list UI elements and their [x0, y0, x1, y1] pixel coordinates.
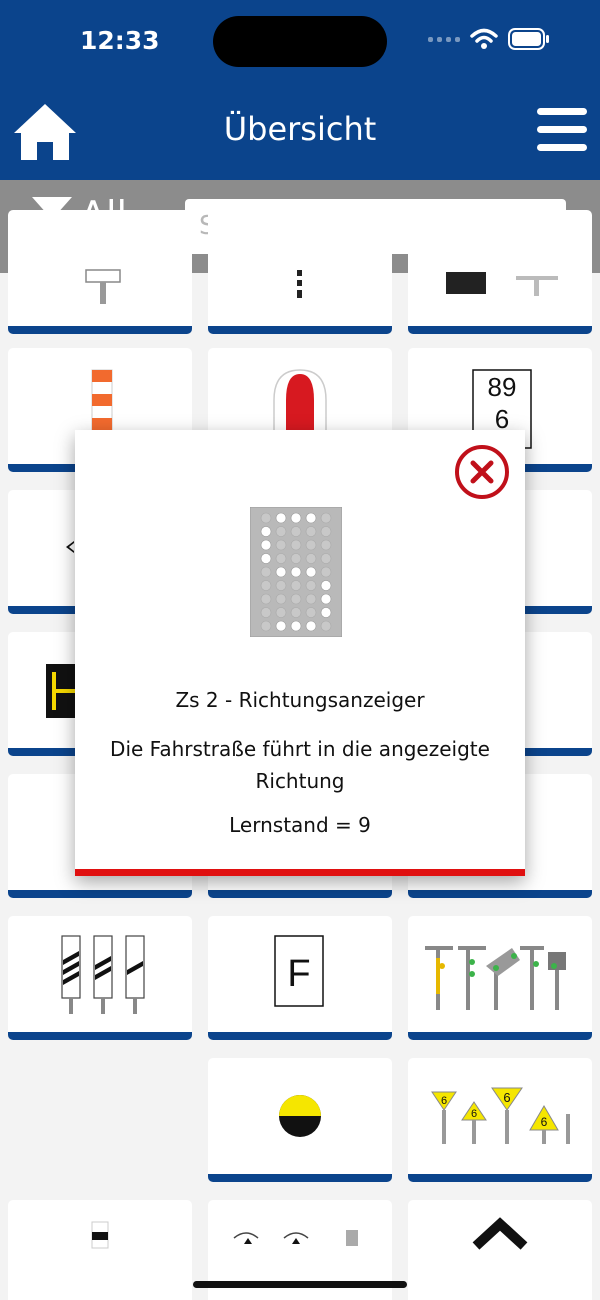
sign-image [91, 1221, 109, 1249]
led-dot-lit [290, 620, 302, 632]
sign-number: 6 [471, 1108, 477, 1120]
led-dot-lit [275, 620, 287, 632]
sign-tile[interactable] [408, 916, 592, 1040]
led-dot-off [290, 553, 302, 564]
modal-title: Zs 2 - Richtungsanzeiger [175, 688, 425, 712]
led-dot-off [275, 539, 287, 551]
menu-line [537, 126, 587, 133]
led-dot-off [305, 526, 317, 537]
page-title: Übersicht [223, 110, 377, 148]
sign-tile[interactable] [208, 1058, 392, 1182]
sign-image: F [274, 935, 324, 1007]
sign-number: 6 [441, 1095, 447, 1107]
led-dot-off [275, 526, 287, 537]
led-dot-off [320, 553, 332, 564]
sign-image: 6 6 6 6 [431, 1087, 570, 1144]
led-dot-lit [320, 593, 332, 605]
sign-tile[interactable]: F [208, 916, 392, 1040]
sign-tile[interactable] [208, 210, 392, 334]
app-screen: 12:33 Übersicht All [0, 0, 600, 1300]
battery-icon [508, 28, 549, 50]
wifi-icon [470, 28, 498, 49]
sign-number: 6 [541, 1115, 548, 1129]
sign-number-top: 89 [488, 372, 517, 402]
home-indicator [193, 1281, 407, 1288]
led-dot-off [320, 526, 332, 537]
led-dot-lit [275, 512, 287, 524]
sign-image [85, 269, 121, 304]
led-dot-off [305, 553, 317, 564]
hamburger-menu-button[interactable] [537, 108, 587, 154]
led-dot-off [260, 512, 272, 524]
led-dot-off [260, 580, 272, 591]
led-dot-lit [275, 566, 287, 578]
led-dot-off [305, 607, 317, 618]
sign-detail-modal: Zs 2 - Richtungsanzeiger Die Fahrstraße … [75, 430, 525, 876]
led-dot-lit [260, 553, 272, 564]
led-dot-off [275, 607, 287, 618]
led-dot-off [320, 512, 332, 524]
status-icons [428, 28, 550, 50]
sign-image [61, 935, 145, 1014]
status-time: 12:33 [80, 26, 160, 55]
led-dot-lit [260, 526, 272, 537]
sign-tile[interactable]: 6 6 6 6 [408, 1058, 592, 1182]
sign-image [297, 270, 302, 298]
led-dot-off [290, 539, 302, 551]
modal-description: Die Fahrstraße führt in die angezeigte R… [110, 737, 490, 793]
dynamic-island [213, 16, 387, 67]
sign-tile[interactable] [8, 210, 192, 334]
led-dot-off [305, 580, 317, 591]
led-dot-off [275, 553, 287, 564]
led-dot-off [305, 593, 317, 605]
sign-image [446, 272, 558, 296]
led-dot-off [275, 580, 287, 591]
led-dot-off [290, 607, 302, 618]
sign-image [472, 1217, 528, 1250]
close-circle-icon[interactable] [454, 444, 510, 500]
led-dot-off [260, 620, 272, 632]
led-dot-lit [320, 580, 332, 591]
led-dot-off [320, 620, 332, 632]
led-dot-lit [320, 607, 332, 618]
led-dot-off [290, 580, 302, 591]
sign-tile[interactable] [8, 1200, 192, 1300]
cellular-signal-icon [428, 36, 460, 42]
led-dot-lit [305, 512, 317, 524]
led-dot-off [290, 526, 302, 537]
led-dot-off [320, 566, 332, 578]
led-dot-lit [305, 566, 317, 578]
led-dot-lit [305, 620, 317, 632]
led-dot-off [275, 593, 287, 605]
led-dot-off [290, 593, 302, 605]
sign-image [425, 946, 566, 1010]
led-dot-lit [260, 539, 272, 551]
learning-status: Lernstand = 9 [229, 813, 371, 837]
led-dot-off [260, 566, 272, 578]
sign-number: 6 [503, 1090, 510, 1105]
sign-image [279, 1095, 321, 1137]
sign-tile[interactable] [8, 916, 192, 1040]
menu-line [537, 108, 587, 115]
led-dot-lit [290, 512, 302, 524]
sign-letter: F [287, 953, 310, 995]
led-dot-off [305, 539, 317, 551]
sign-image [250, 507, 342, 637]
sign-tile[interactable] [408, 210, 592, 334]
led-dot-lit [290, 566, 302, 578]
led-dot-off [260, 607, 272, 618]
menu-line [537, 144, 587, 151]
sign-tile[interactable] [408, 1200, 592, 1300]
led-dot-off [260, 593, 272, 605]
led-dot-off [320, 539, 332, 551]
